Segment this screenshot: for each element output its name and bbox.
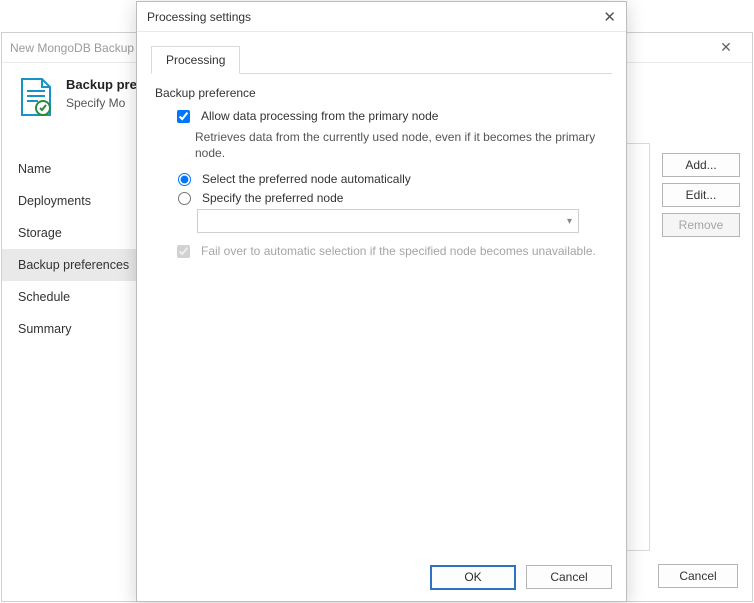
processing-settings-dialog: Processing settings ✕ Processing Backup …	[136, 1, 627, 602]
tab-processing[interactable]: Processing	[151, 46, 240, 74]
group-title: Backup preference	[155, 86, 608, 100]
mode-specify-label[interactable]: Specify the preferred node	[202, 190, 343, 206]
allow-primary-label[interactable]: Allow data processing from the primary n…	[201, 108, 438, 124]
close-icon[interactable]: ✕	[586, 8, 616, 26]
chevron-down-icon: ▾	[567, 216, 572, 227]
mode-auto-label[interactable]: Select the preferred node automatically	[202, 171, 411, 187]
allow-primary-helper: Retrieves data from the currently used n…	[195, 129, 608, 161]
mode-auto-radio[interactable]	[178, 173, 191, 186]
allow-primary-checkbox[interactable]	[177, 110, 190, 123]
mode-specify-radio[interactable]	[178, 192, 191, 205]
remove-button: Remove	[662, 213, 740, 237]
allow-primary-row: Allow data processing from the primary n…	[173, 108, 608, 126]
failover-checkbox	[177, 245, 190, 258]
dialog-cancel-button[interactable]: Cancel	[526, 565, 612, 589]
backup-doc-icon	[18, 77, 54, 122]
edit-button[interactable]: Edit...	[662, 183, 740, 207]
dialog-footer: OK Cancel	[137, 553, 626, 601]
add-button[interactable]: Add...	[662, 153, 740, 177]
failover-row: Fail over to automatic selection if the …	[173, 243, 608, 261]
wizard-right-buttons: Add... Edit... Remove	[662, 143, 752, 551]
backup-preference-group: Backup preference Allow data processing …	[155, 86, 608, 261]
close-icon[interactable]: ✕	[708, 39, 744, 56]
failover-label: Fail over to automatic selection if the …	[201, 243, 596, 259]
dialog-tabs: Processing	[151, 46, 612, 74]
mode-auto-row: Select the preferred node automatically	[173, 171, 608, 187]
ok-button[interactable]: OK	[430, 565, 516, 590]
preferred-node-combo[interactable]: ▾	[197, 209, 579, 233]
mode-specify-row: Specify the preferred node	[173, 190, 608, 206]
dialog-title: Processing settings	[147, 10, 586, 24]
dialog-titlebar: Processing settings ✕	[137, 2, 626, 32]
wizard-cancel-button[interactable]: Cancel	[658, 564, 738, 588]
